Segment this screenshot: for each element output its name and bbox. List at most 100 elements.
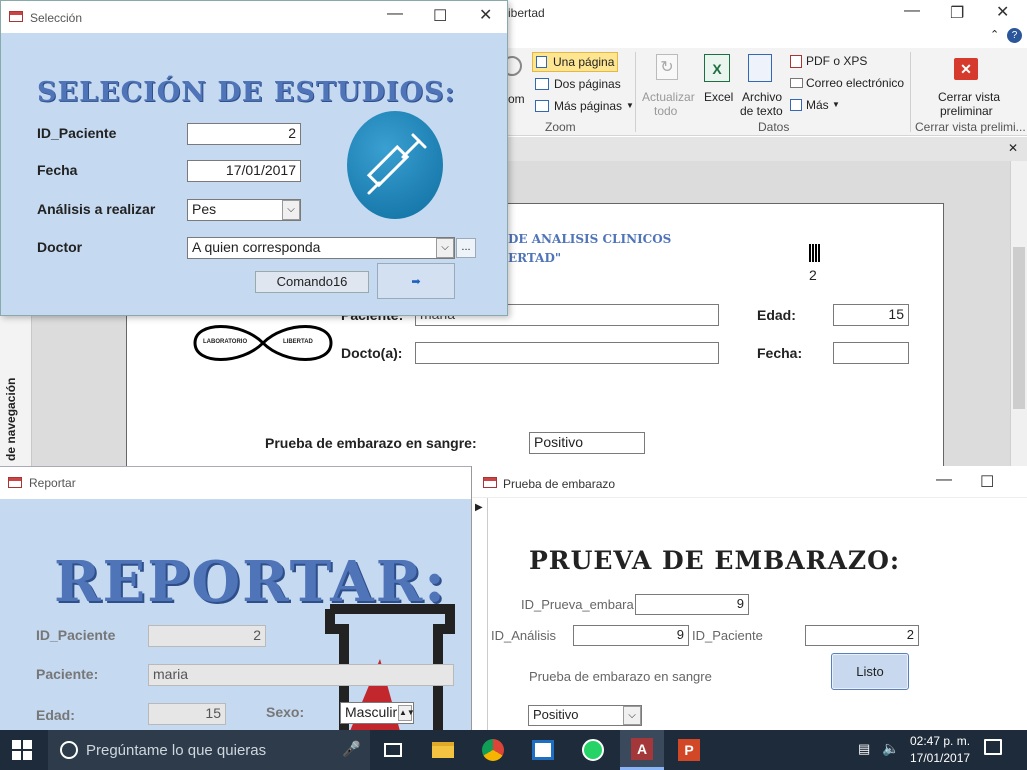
id-prueva-field[interactable]: 9: [635, 594, 749, 615]
seleccion-title-bar: Selección — ☐ ✕: [1, 1, 507, 33]
scrollbar-thumb[interactable]: [1013, 247, 1025, 409]
report-fecha-field: [833, 342, 909, 364]
seleccion-fecha-label: Fecha: [37, 162, 78, 178]
excel-icon: X: [704, 54, 730, 82]
doctor-ellipsis-button[interactable]: ...: [456, 238, 476, 258]
chrome-icon[interactable]: [476, 733, 510, 767]
mas-paginas-button[interactable]: Más páginas ▼: [532, 97, 636, 117]
id-analisis-field[interactable]: 9: [573, 625, 689, 646]
doctor-dropdown-icon[interactable]: ⌵: [436, 238, 454, 258]
access-taskbar-icon[interactable]: A: [620, 730, 664, 770]
maximize-icon[interactable]: ☐: [980, 472, 994, 492]
next-arrow-button[interactable]: ➡: [377, 263, 455, 299]
listo-button[interactable]: Listo: [831, 653, 909, 690]
minimize-icon[interactable]: —: [904, 2, 920, 20]
preview-scrollbar[interactable]: [1010, 161, 1027, 466]
nav-pane[interactable]: de navegación: [0, 316, 32, 466]
excel-label: Excel: [704, 90, 734, 104]
powerpoint-icon[interactable]: P: [672, 733, 706, 767]
whatsapp-icon[interactable]: [576, 733, 610, 767]
document-close-icon[interactable]: ✕: [1008, 141, 1018, 155]
actualizar-button[interactable]: ↻ Actualizar todo: [640, 52, 696, 118]
report-header-line-1: DE ANALISIS CLINICOS: [508, 232, 672, 246]
zoom-button[interactable]: om: [502, 52, 528, 112]
restore-icon[interactable]: ❐: [950, 3, 964, 23]
close-icon[interactable]: ✕: [479, 5, 492, 25]
reportar-window: Reportar REPORTAR: ID_Paciente 2 Pacient…: [0, 466, 472, 731]
close-icon[interactable]: ✕: [996, 2, 1009, 22]
cerrar-vista-button[interactable]: ✕ Cerrar vista preliminar: [918, 52, 1018, 118]
id-paciente-field[interactable]: 2: [805, 625, 919, 646]
seleccion-id-label: ID_Paciente: [37, 125, 117, 141]
una-pagina-label: Una página: [553, 55, 615, 69]
reportar-heading: REPORTAR:: [54, 549, 447, 615]
correo-label: Correo electrónico: [806, 76, 905, 90]
form-icon: [483, 477, 497, 488]
reportar-paciente-label: Paciente:: [36, 666, 99, 682]
todo-label: todo: [654, 104, 678, 118]
search-box[interactable]: Pregúntame lo que quieras 🎤: [48, 730, 370, 770]
reportar-edad-field[interactable]: 15: [148, 703, 226, 725]
seleccion-heading: SELECIÓN DE ESTUDIOS:: [37, 77, 456, 108]
maximize-icon[interactable]: ☐: [433, 6, 447, 26]
ribbon-collapse-icon[interactable]: ⌃: [990, 28, 999, 41]
reportar-paciente-field[interactable]: maria: [148, 664, 454, 686]
page-icon: [536, 56, 547, 68]
prueba-sangre-label: Prueba de embarazo en sangre: [529, 669, 712, 684]
seleccion-fecha-input[interactable]: 17/01/2017: [187, 160, 301, 182]
store-app-icon[interactable]: [526, 733, 560, 767]
help-icon[interactable]: ?: [1007, 28, 1022, 43]
search-placeholder: Pregúntame lo que quieras: [86, 742, 267, 759]
form-icon: [8, 477, 22, 488]
archivo-label: Archivo: [742, 90, 783, 104]
text-file-icon: [748, 54, 772, 82]
notifications-icon[interactable]: [984, 739, 1002, 755]
cerrar-label-1: Cerrar vista: [938, 90, 1001, 104]
clock-time[interactable]: 02:47 p. m.: [910, 734, 970, 748]
minimize-icon[interactable]: —: [387, 5, 403, 23]
seleccion-doctor-select[interactable]: A quien corresponda: [187, 237, 455, 259]
minimize-icon[interactable]: —: [936, 471, 952, 489]
report-docto-field: [415, 342, 719, 364]
prueba-dropdown-icon[interactable]: ⌵: [623, 706, 641, 725]
reportar-id-field[interactable]: 2: [148, 625, 266, 647]
pdf-button[interactable]: PDF o XPS: [788, 52, 868, 72]
pdf-icon: [790, 55, 802, 68]
reportar-edad-label: Edad:: [36, 707, 75, 723]
email-icon: [790, 78, 803, 88]
id-paciente-label: ID_Paciente: [692, 628, 763, 643]
report-fecha-label: Fecha:: [757, 345, 803, 361]
task-view-icon[interactable]: [376, 733, 410, 767]
cerrar-label-2: preliminar: [940, 104, 993, 118]
datos-group-label: Datos: [758, 120, 790, 134]
una-pagina-button[interactable]: Una página: [532, 52, 618, 72]
zoom-label: om: [508, 92, 525, 106]
seleccion-id-input[interactable]: 2: [187, 123, 301, 145]
file-explorer-icon[interactable]: [426, 733, 460, 767]
archivo-texto-button[interactable]: Archivo de texto: [740, 52, 786, 118]
dropdown-arrow-icon: ▼: [626, 101, 634, 110]
record-selector[interactable]: ▶: [472, 498, 488, 730]
mas-button[interactable]: Más ▼: [788, 96, 848, 116]
embarazo-title-bar: Prueba de embarazo — ☐: [472, 466, 1027, 498]
cortana-icon: [60, 741, 78, 759]
report-prueba-label: Prueba de embarazo en sangre:: [265, 435, 477, 451]
correo-button[interactable]: Correo electrónico: [788, 74, 908, 94]
network-icon[interactable]: ▤: [858, 741, 870, 757]
seleccion-title: Selección: [30, 11, 83, 25]
start-button[interactable]: [12, 740, 32, 760]
dos-paginas-button[interactable]: Dos páginas: [532, 75, 632, 95]
volume-icon[interactable]: 🔈: [882, 740, 899, 757]
cerrar-group-label: Cerrar vista prelimi...: [915, 120, 1026, 134]
excel-button[interactable]: X Excel: [700, 52, 736, 116]
sexo-dropdown-icon[interactable]: ▲▼: [398, 705, 415, 721]
analisis-dropdown-icon[interactable]: ⌵: [282, 200, 300, 220]
clock-date[interactable]: 17/01/2017: [910, 751, 970, 765]
report-prueba-field: Positivo: [529, 432, 645, 454]
microphone-icon[interactable]: 🎤: [342, 740, 361, 758]
comando16-button[interactable]: Comando16: [255, 271, 369, 293]
report-header-line-2: ERTAD": [508, 251, 562, 265]
record-pointer-icon: ▶: [475, 502, 483, 513]
arrow-right-icon: ➡: [411, 276, 421, 288]
two-pages-icon: [535, 78, 549, 90]
